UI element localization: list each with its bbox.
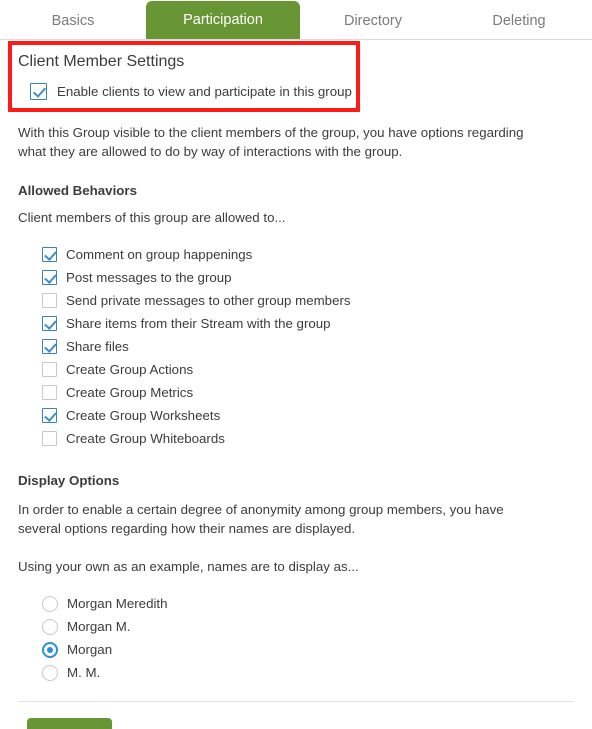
tab-basics[interactable]: Basics (0, 13, 146, 40)
checkbox-create-group-worksheets[interactable] (42, 408, 57, 424)
checkbox-label: Create Group Metrics (66, 385, 194, 401)
radio-morgan-m[interactable] (42, 618, 58, 635)
allowed-behaviors-list: Comment on group happenings Post message… (18, 243, 574, 450)
participation-settings-page: Basics Participation Directory Deleting … (0, 0, 592, 729)
allowed-behaviors-heading: Allowed Behaviors (18, 182, 137, 198)
checkbox-label: Comment on group happenings (66, 247, 253, 263)
checkbox-share-items-from-stream[interactable] (42, 316, 57, 332)
enable-clients-checkbox[interactable] (30, 83, 47, 101)
enable-clients-label: Enable clients to view and participate i… (57, 84, 352, 100)
checkbox-label: Post messages to the group (66, 270, 232, 286)
intro-paragraph: With this Group visible to the client me… (18, 125, 524, 160)
list-item[interactable]: Create Group Whiteboards (18, 427, 574, 450)
checkbox-create-group-whiteboards[interactable] (42, 431, 57, 447)
tab-deleting[interactable]: Deleting (446, 13, 592, 40)
update-button[interactable]: Update (27, 718, 112, 729)
radio-label: Morgan Meredith (67, 596, 168, 612)
name-display-radio-group: Morgan Meredith Morgan M. Morgan M. M. (18, 592, 574, 684)
checkbox-comment-on-group-happenings[interactable] (42, 247, 57, 263)
tab-participation[interactable]: Participation (146, 0, 300, 39)
display-options-paragraph: In order to enable a certain degree of a… (18, 501, 504, 536)
enable-clients-checkbox-row[interactable]: Enable clients to view and participate i… (18, 83, 574, 101)
display-options-lead: Using your own as an example, names are … (18, 559, 359, 575)
checkbox-label: Create Group Worksheets (66, 408, 221, 424)
client-member-settings-title: Client Member Settings (18, 53, 185, 70)
checkbox-label: Create Group Whiteboards (66, 431, 225, 447)
participation-content: Client Member Settings Enable clients to… (0, 40, 592, 684)
client-member-settings-group: Client Member Settings Enable clients to… (18, 40, 574, 101)
list-item[interactable]: Morgan (18, 638, 574, 661)
list-item[interactable]: Send private messages to other group mem… (18, 289, 574, 312)
checkbox-create-group-actions[interactable] (42, 362, 57, 378)
checkbox-post-messages-to-the-group[interactable] (42, 270, 57, 286)
list-item[interactable]: Create Group Actions (18, 358, 574, 381)
checkbox-label: Share files (66, 339, 129, 355)
radio-morgan[interactable] (42, 641, 58, 658)
list-item[interactable]: M. M. (18, 661, 574, 684)
list-item[interactable]: Create Group Metrics (18, 381, 574, 404)
allowed-behaviors-lead: Client members of this group are allowed… (18, 210, 286, 225)
radio-m-m[interactable] (42, 664, 58, 681)
radio-label: Morgan M. (67, 619, 131, 635)
list-item[interactable]: Share items from their Stream with the g… (18, 312, 574, 335)
radio-morgan-meredith[interactable] (42, 595, 58, 612)
list-item[interactable]: Create Group Worksheets (18, 404, 574, 427)
settings-tab-bar: Basics Participation Directory Deleting (0, 0, 592, 40)
tab-directory[interactable]: Directory (300, 13, 446, 40)
list-item[interactable]: Comment on group happenings (18, 243, 574, 266)
checkbox-label: Create Group Actions (66, 362, 194, 378)
list-item[interactable]: Morgan Meredith (18, 592, 574, 615)
checkbox-share-files[interactable] (42, 339, 57, 355)
checkbox-label: Send private messages to other group mem… (66, 293, 351, 309)
checkbox-send-private-messages[interactable] (42, 293, 57, 309)
list-item[interactable]: Share files (18, 335, 574, 358)
radio-label: M. M. (67, 665, 101, 681)
radio-label: Morgan (67, 642, 113, 658)
checkbox-create-group-metrics[interactable] (42, 385, 57, 401)
list-item[interactable]: Morgan M. (18, 615, 574, 638)
list-item[interactable]: Post messages to the group (18, 266, 574, 289)
checkbox-label: Share items from their Stream with the g… (66, 316, 331, 332)
display-options-heading: Display Options (18, 473, 120, 489)
footer-actions: Update (0, 702, 592, 729)
